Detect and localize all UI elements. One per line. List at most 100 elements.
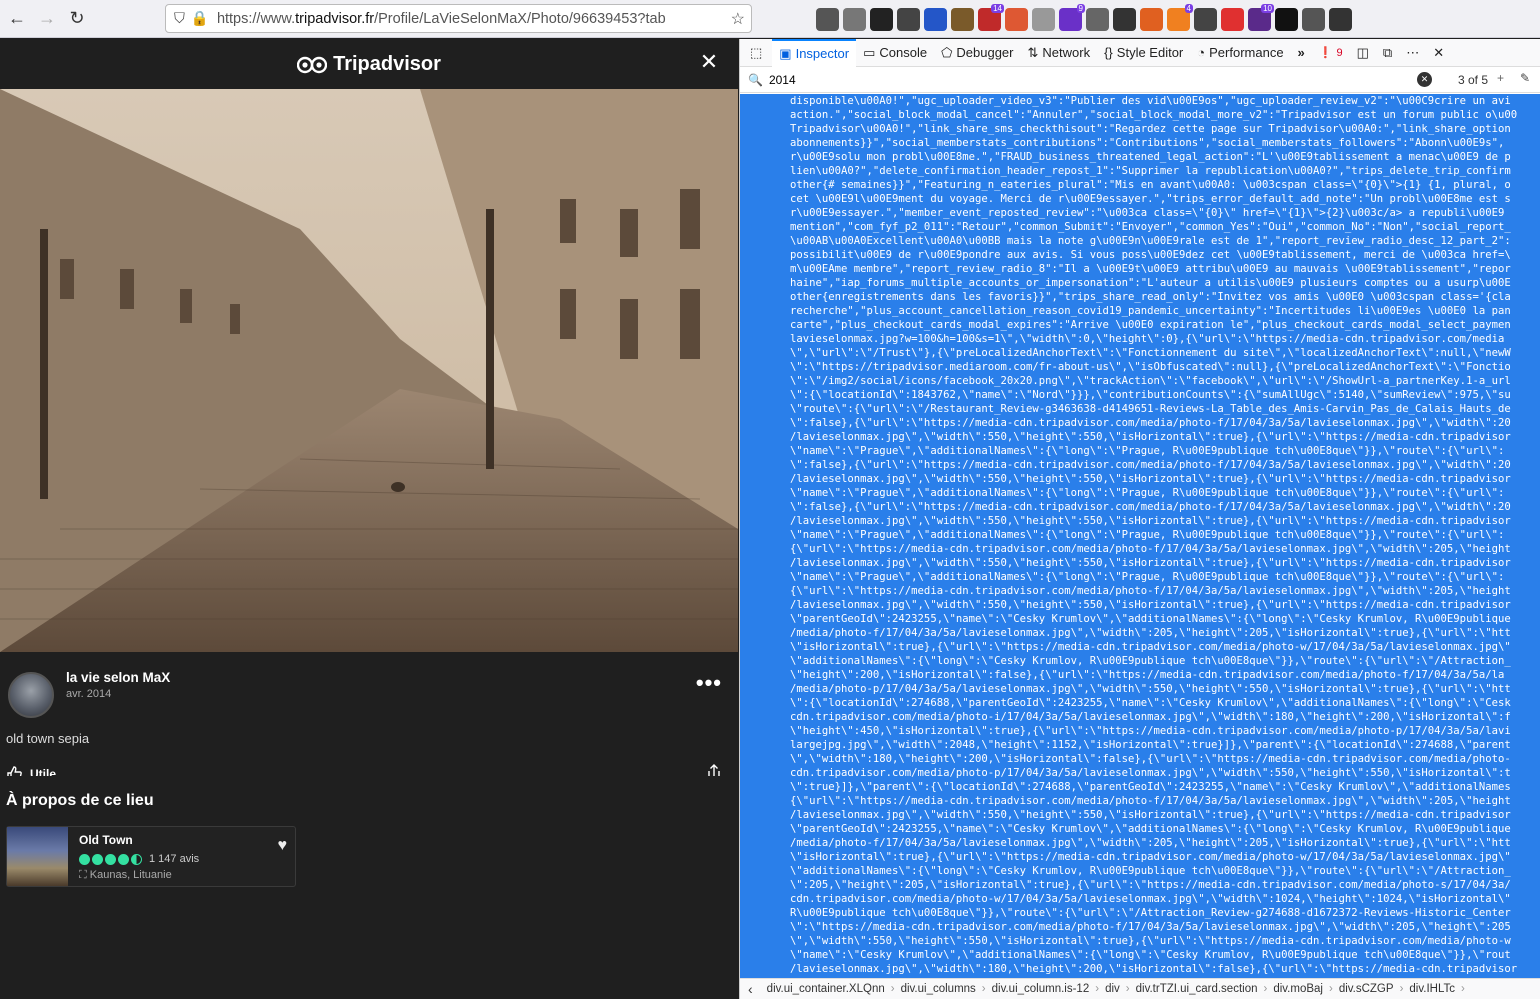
shield-icon[interactable]: ⛉: [174, 11, 185, 27]
error-icon: ❗: [1318, 47, 1333, 59]
markup-line: /media/photo-f/17/04/3a/5a/lavieselonmax…: [790, 627, 1511, 639]
place-thumbnail[interactable]: [7, 827, 68, 886]
markup-line: \",\"width\":180,\"height\":200,\"isHori…: [790, 753, 1511, 765]
ext-cookie-icon[interactable]: [951, 7, 974, 31]
reload-icon[interactable]: ↻: [62, 4, 92, 34]
breadcrumb-item[interactable]: div.sCZGP: [1333, 983, 1400, 995]
devtools-panel: ⬚ ▣ Inspector ▭ Console ⬠ Debugger ⇅ Network…: [739, 38, 1540, 999]
logo-text: Tripadvisor: [333, 52, 441, 75]
ext-orange-icon[interactable]: 4: [1167, 3, 1193, 31]
ext-color-icon[interactable]: [1275, 7, 1298, 31]
breadcrumb-item[interactable]: div.IHLTc: [1403, 983, 1461, 995]
heart-icon[interactable]: ♥: [278, 837, 288, 855]
ext-hat-icon[interactable]: [1113, 7, 1136, 31]
eyedropper-icon[interactable]: ✎: [1520, 71, 1530, 85]
trash-icon[interactable]: [1086, 7, 1109, 31]
markup-line: /lavieselonmax.jpg\",\"width\":550,\"hei…: [790, 473, 1511, 485]
element-picker-icon[interactable]: ⬚: [740, 39, 772, 67]
breadcrumb-item[interactable]: div.ui_columns: [895, 983, 982, 995]
markup-line: \",\"url\":\"/Trust\"},{\"preLocalizedAn…: [790, 347, 1511, 359]
responsive-icon[interactable]: ◫: [1350, 39, 1376, 67]
clear-search-icon[interactable]: ✕: [1417, 72, 1432, 87]
duckduckgo-icon[interactable]: [1005, 7, 1028, 31]
markup-line: {\"url\":\"https://media-cdn.tripadvisor…: [790, 585, 1511, 597]
markup-line: R\u00E9publique tch\u00E8que\"}},\"route…: [790, 907, 1511, 919]
markup-line: possibilit\u00E9 de r\u00E9pondre aux av…: [790, 249, 1511, 261]
extension-badge: 9: [1076, 3, 1085, 13]
camera-icon[interactable]: [1221, 7, 1244, 31]
eyedropper-icon[interactable]: [1194, 7, 1217, 31]
avatar[interactable]: [8, 672, 54, 718]
lock-icon[interactable]: 🔒: [191, 10, 209, 27]
devtools-menu-icon[interactable]: ⋯: [1399, 39, 1426, 67]
markup-line: \u00AB\u00A0Excellent\u00A0\u00BB mais l…: [790, 235, 1511, 247]
search-bar[interactable]: 🔍 ✕ 3 of 5 + ✎: [740, 67, 1540, 93]
breadcrumb-item[interactable]: div.ui_container.XLQnn: [761, 983, 891, 995]
more-options-button[interactable]: •••: [696, 670, 722, 696]
markup-line: cdn.tripadvisor.com/media/photo-i/17/04/…: [790, 711, 1511, 723]
markup-line: lavieselonmax.jpg?w=100&h=100&s=1\",\"wi…: [790, 333, 1505, 345]
markup-line: other{# semaines}}","Featuring_n_eaterie…: [790, 179, 1511, 191]
place-name[interactable]: Old Town: [79, 833, 133, 847]
breadcrumb-back-icon[interactable]: ‹: [740, 981, 761, 997]
markup-line: {\"url\":\"https://media-cdn.tripadvisor…: [790, 795, 1511, 807]
markup-line: \"additionalNames\":{\"long\":\"Cesky Kr…: [790, 865, 1511, 877]
place-location: ⛶ Kaunas, Lituanie: [79, 869, 172, 882]
breadcrumb-item[interactable]: div: [1099, 983, 1126, 995]
markup-line: \"name\":\"Prague\",\"additionalNames\":…: [790, 529, 1505, 541]
url-bar[interactable]: ⛉ 🔒 https://www. tripadvisor.fr/Profile/L…: [165, 4, 752, 33]
add-node-icon[interactable]: +: [1497, 71, 1504, 85]
tab-console[interactable]: ▭ Console: [856, 39, 934, 67]
markup-view[interactable]: disponible\u00A0!","ugc_uploader_video_v…: [740, 94, 1540, 978]
tab-style-editor[interactable]: {} Style Editor: [1097, 39, 1190, 67]
breadcrumb-item[interactable]: div.ui_column.is-12: [986, 983, 1096, 995]
markup-line: \"name\":\"Prague\",\"additionalNames\":…: [790, 571, 1505, 583]
markup-line: \":{\"locationId\":1843762,\"name\":\"No…: [790, 389, 1511, 401]
breadcrumb-item[interactable]: div.trTZI.ui_card.section: [1130, 983, 1264, 995]
breadcrumb-item[interactable]: div.moBaj: [1267, 983, 1329, 995]
markup-line: /lavieselonmax.jpg\",\"width\":550,\"hei…: [790, 599, 1511, 611]
ext-grid-icon[interactable]: 10: [1248, 3, 1274, 31]
ext-purple-icon[interactable]: 9: [1059, 3, 1085, 31]
more-tabs-icon[interactable]: »: [1291, 39, 1312, 67]
markup-line: \"height\":200,\"isHorizontal\":false},{…: [790, 669, 1505, 681]
markup-line: \"parentGeoId\":2423255,\"name\":\"Cesky…: [790, 823, 1511, 835]
error-count[interactable]: ❗ 9: [1312, 39, 1350, 67]
extensions-icon[interactable]: [1302, 7, 1325, 31]
git-icon[interactable]: [897, 7, 920, 31]
search-input[interactable]: [768, 72, 1409, 87]
markup-line: largejpg.jpg\",\"width\":2048,\"height\"…: [790, 739, 1511, 751]
ext-ball-icon[interactable]: [1140, 7, 1163, 31]
tab-network[interactable]: ⇅ Network: [1021, 39, 1098, 67]
markup-line: \"isHorizontal\":true},{\"url\":\"https:…: [790, 851, 1511, 863]
forward-icon[interactable]: →: [32, 4, 62, 34]
place-card[interactable]: Old Town 1 147 avis ⛶ Kaunas, Lituanie ♥: [6, 826, 296, 887]
rating-bubble: [92, 853, 103, 865]
puzzle-icon[interactable]: [1032, 7, 1055, 31]
bookmark-star-icon[interactable]: ☆: [730, 9, 745, 29]
markup-line: cdn.tripadvisor.com/media/photo-p/17/04/…: [790, 767, 1511, 779]
markup-line: {\"url\":\"https://media-cdn.tripadvisor…: [790, 543, 1511, 555]
about-title: À propos de ce lieu: [6, 792, 154, 809]
dock-icon[interactable]: ⧉: [1376, 39, 1399, 67]
pocket-icon[interactable]: [843, 7, 866, 31]
ext-red-icon[interactable]: 14: [978, 3, 1004, 31]
close-devtools-icon[interactable]: ✕: [1426, 39, 1451, 67]
url-domain: tripadvisor.fr: [295, 10, 375, 27]
inspector-icon: ▣: [779, 45, 792, 61]
download-icon[interactable]: [816, 7, 839, 31]
tab-debugger[interactable]: ⬠ Debugger: [934, 39, 1020, 67]
braces-icon: {}: [1104, 45, 1113, 60]
menu-icon[interactable]: [1329, 7, 1352, 31]
h-icon[interactable]: [870, 7, 893, 31]
markup-line: haine","iap_forums_multiple_accounts_or_…: [790, 277, 1511, 289]
close-icon[interactable]: ✕: [694, 49, 724, 75]
tab-inspector[interactable]: ▣ Inspector: [772, 38, 857, 67]
back-icon[interactable]: ←: [2, 4, 32, 34]
tab-performance[interactable]: ◔ Performance: [1190, 39, 1290, 67]
username[interactable]: la vie selon MaX: [66, 670, 170, 685]
tripadvisor-logo[interactable]: Tripadvisor: [297, 53, 441, 76]
photo-caption: old town sepia: [6, 731, 90, 746]
ext-blue-icon[interactable]: [924, 7, 947, 31]
markup-line: \"name\":\"Cesky Krumlov\",\"additionalN…: [790, 949, 1511, 961]
